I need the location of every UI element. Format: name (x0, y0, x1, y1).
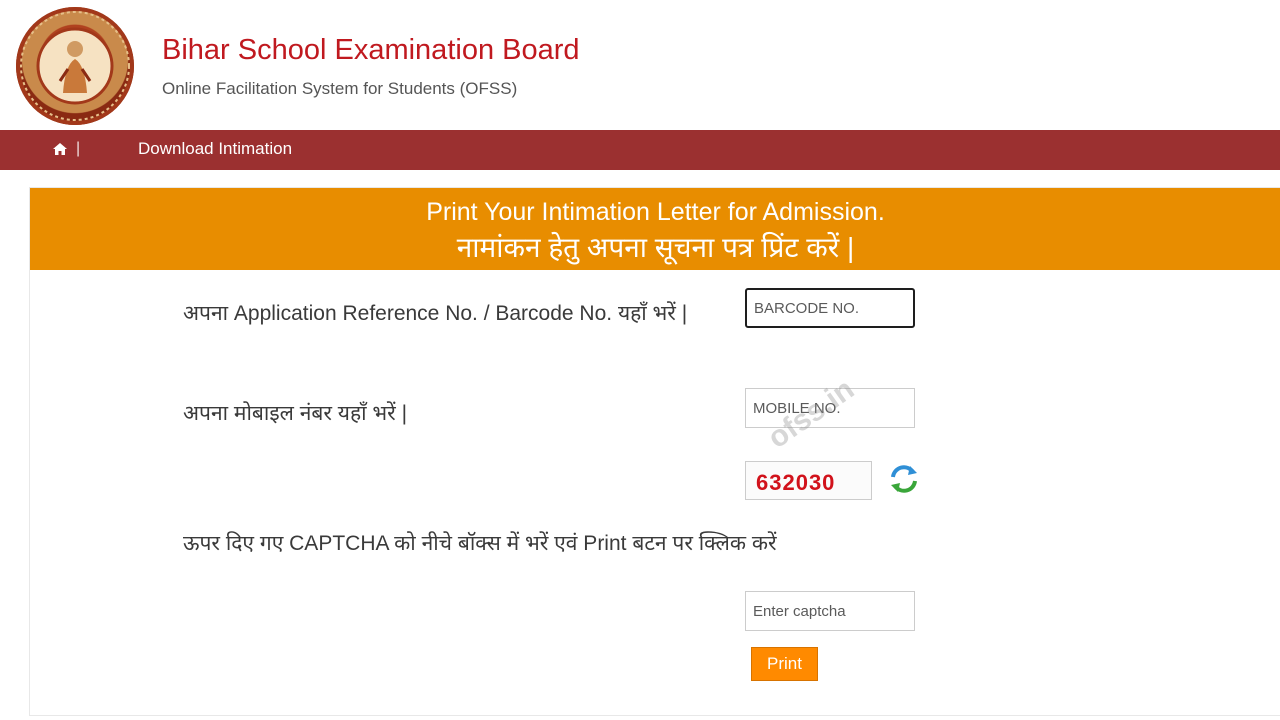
panel-heading-english: Print Your Intimation Letter for Admissi… (426, 198, 885, 226)
refresh-icon (891, 465, 917, 493)
home-link[interactable]: | (52, 140, 80, 158)
home-icon (53, 143, 67, 155)
nav-separator: | (76, 140, 81, 157)
captcha-input[interactable] (745, 591, 915, 631)
captcha-instruction: ऊपर दिए गए CAPTCHA को नीचे बॉक्स में भरे… (183, 532, 777, 555)
captcha-value: 632030 (756, 470, 836, 495)
bseb-logo (16, 7, 134, 125)
barcode-label: अपना Application Reference No. / Barcode… (183, 302, 688, 325)
captcha-image: 632030 (745, 461, 872, 500)
panel-heading-hindi: नामांकन हेतु अपना सूचना पत्र प्रिंट करें… (456, 232, 855, 263)
refresh-captcha-button[interactable] (888, 463, 920, 495)
page-subtitle: Online Facilitation System for Students … (162, 79, 518, 98)
print-button[interactable]: Print (751, 647, 818, 681)
barcode-input[interactable] (745, 288, 915, 328)
panel-heading: Print Your Intimation Letter for Admissi… (30, 188, 1280, 270)
mobile-label: अपना मोबाइल नंबर यहाँ भरें | (183, 402, 408, 425)
mobile-input[interactable] (745, 388, 915, 428)
page-title: Bihar School Examination Board (162, 34, 580, 66)
emblem-figure-icon (20, 11, 130, 121)
main-navbar: | Download Intimation (0, 130, 1280, 170)
intimation-panel: Print Your Intimation Letter for Admissi… (29, 187, 1280, 716)
site-header: Bihar School Examination Board Online Fa… (0, 0, 1280, 130)
nav-item-download-intimation[interactable]: Download Intimation (138, 139, 292, 159)
